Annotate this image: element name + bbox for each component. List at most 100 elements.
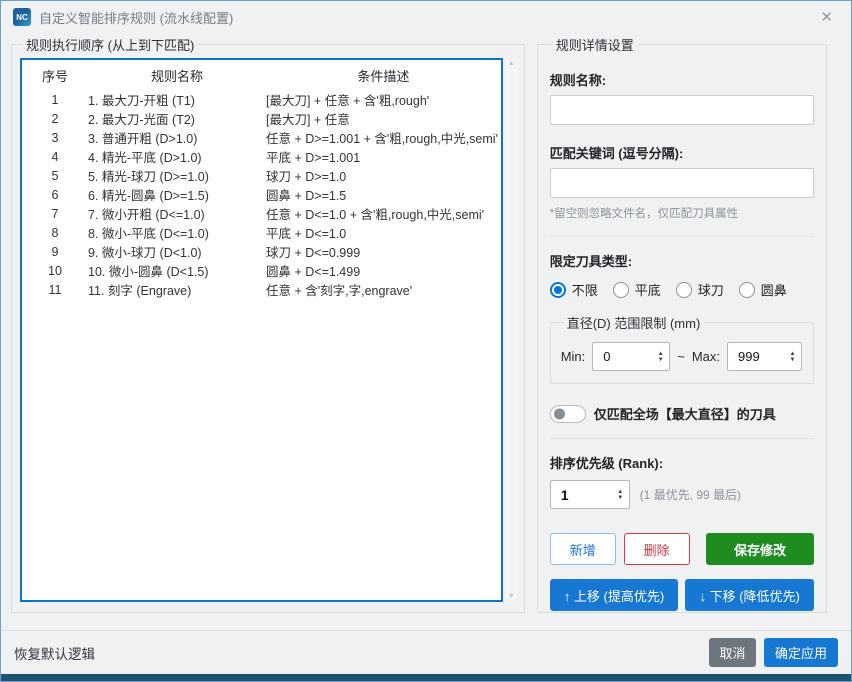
max-diameter-toggle-row: 仅匹配全场【最大直径】的刀具 — [550, 404, 814, 423]
rules-list-scrollbar[interactable]: ▲ ▼ — [505, 58, 518, 602]
title-bar: NC 自定义智能排序规则 (流水线配置) ✕ — [1, 1, 851, 33]
spin-down-icon[interactable]: ▼ — [617, 495, 623, 501]
rule-condition: 圆鼻 + D<=1.499 — [266, 261, 501, 280]
rule-detail-groupbox: 规则详情设置 规则名称: 匹配关键词 (逗号分隔): *留空则忽略文件名，仅匹配… — [537, 35, 827, 613]
table-row[interactable]: 11. 最大刀-开粗 (T1)[最大刀] + 任意 + 含'粗,rough' — [22, 90, 501, 109]
rule-name: 7. 微小开粗 (D<=1.0) — [88, 204, 266, 223]
app-icon: NC — [13, 8, 31, 26]
dialog-window: NC 自定义智能排序规则 (流水线配置) ✕ 规则执行顺序 (从上到下匹配) 序… — [0, 0, 852, 682]
rule-condition: 平底 + D<=1.0 — [266, 223, 501, 242]
rank-label: 排序优先级 (Rank): — [550, 453, 814, 472]
tool-type-label: 限定刀具类型: — [550, 251, 814, 270]
radio-icon[interactable] — [613, 282, 629, 298]
dialog-content: 规则执行顺序 (从上到下匹配) 序号 规则名称 条件描述 11. 最大刀-开粗 … — [1, 33, 851, 613]
table-row[interactable]: 1111. 刻字 (Engrave)任意 + 含'刻字,字,engrave' — [22, 280, 501, 299]
rule-name: 5. 精光-球刀 (D>=1.0) — [88, 166, 266, 185]
tool-type-radio-球刀[interactable]: 球刀 — [676, 280, 724, 299]
keywords-note: *留空则忽略文件名，仅匹配刀具属性 — [550, 205, 814, 221]
rule-condition: 任意 + 含'刻字,字,engrave' — [266, 280, 501, 299]
delete-button[interactable]: 删除 — [624, 533, 690, 565]
rule-no: 5 — [22, 169, 88, 183]
restore-defaults-button[interactable]: 恢复默认逻辑 — [14, 643, 95, 663]
rule-condition: 任意 + D>=1.001 + 含'粗,rough,中光,semi' — [266, 128, 501, 147]
tool-type-radio-圆鼻[interactable]: 圆鼻 — [739, 280, 787, 299]
table-row[interactable]: 77. 微小开粗 (D<=1.0)任意 + D<=1.0 + 含'粗,rough… — [22, 204, 501, 223]
max-label: Max: — [692, 349, 720, 364]
table-row[interactable]: 44. 精光-平底 (D>1.0)平底 + D>=1.001 — [22, 147, 501, 166]
apply-button[interactable]: 确定应用 — [764, 638, 838, 667]
rule-condition: 球刀 + D>=1.0 — [266, 166, 501, 185]
tool-type-radio-不限[interactable]: 不限 — [550, 280, 598, 299]
rules-order-groupbox: 规则执行顺序 (从上到下匹配) 序号 规则名称 条件描述 11. 最大刀-开粗 … — [11, 35, 525, 613]
max-diameter-toggle[interactable] — [550, 405, 586, 423]
rule-no: 10 — [22, 264, 88, 278]
cancel-button[interactable]: 取消 — [709, 638, 756, 667]
table-row[interactable]: 88. 微小-平底 (D<=1.0)平底 + D<=1.0 — [22, 223, 501, 242]
scroll-down-icon[interactable]: ▼ — [508, 593, 515, 600]
spin-down-icon[interactable]: ▼ — [658, 357, 664, 363]
radio-icon[interactable] — [550, 282, 566, 298]
close-icon[interactable]: ✕ — [814, 6, 839, 28]
rule-no: 11 — [22, 283, 88, 297]
keywords-input[interactable] — [550, 168, 814, 198]
rules-order-title: 规则执行顺序 (从上到下匹配) — [22, 35, 198, 54]
tool-type-radio-平底[interactable]: 平底 — [613, 280, 661, 299]
table-row[interactable]: 66. 精光-圆鼻 (D>=1.5)圆鼻 + D>=1.5 — [22, 185, 501, 204]
table-row[interactable]: 33. 普通开粗 (D>1.0)任意 + D>=1.001 + 含'粗,roug… — [22, 128, 501, 147]
rule-no: 2 — [22, 112, 88, 126]
rules-table-body: 11. 最大刀-开粗 (T1)[最大刀] + 任意 + 含'粗,rough'22… — [22, 90, 501, 299]
rules-table-header: 序号 规则名称 条件描述 — [22, 60, 501, 90]
save-button[interactable]: 保存修改 — [706, 533, 814, 565]
add-button[interactable]: 新增 — [550, 533, 616, 565]
rule-name-input[interactable] — [550, 95, 814, 125]
rule-name: 8. 微小-平底 (D<=1.0) — [88, 223, 266, 242]
rule-no: 9 — [22, 245, 88, 259]
rule-name: 2. 最大刀-光面 (T2) — [88, 109, 266, 128]
rank-value[interactable]: 1 — [551, 481, 612, 508]
rule-name: 3. 普通开粗 (D>1.0) — [88, 128, 266, 147]
rule-name: 9. 微小-球刀 (D<1.0) — [88, 242, 266, 261]
move-down-button[interactable]: ↓ 下移 (降低优先) — [685, 579, 814, 611]
rule-condition: 球刀 + D<=0.999 — [266, 242, 501, 261]
radio-label: 平底 — [635, 280, 661, 299]
rule-no: 7 — [22, 207, 88, 221]
rule-no: 8 — [22, 226, 88, 240]
rule-detail-title: 规则详情设置 — [552, 35, 638, 54]
header-condition: 条件描述 — [266, 66, 501, 85]
rule-name: 10. 微小-圆鼻 (D<1.5) — [88, 261, 266, 280]
spin-down-icon[interactable]: ▼ — [790, 357, 796, 363]
rule-condition: 平底 + D>=1.001 — [266, 147, 501, 166]
keywords-label: 匹配关键词 (逗号分隔): — [550, 143, 814, 162]
rank-row: 1 ▲ ▼ (1 最优先, 99 最后) — [550, 480, 814, 509]
radio-icon[interactable] — [739, 282, 755, 298]
table-row[interactable]: 1010. 微小-圆鼻 (D<1.5)圆鼻 + D<=1.499 — [22, 261, 501, 280]
radio-label: 圆鼻 — [761, 280, 787, 299]
rule-name-label: 规则名称: — [550, 70, 814, 89]
move-up-button[interactable]: ↑ 上移 (提高优先) — [550, 579, 679, 611]
rank-hint: (1 最优先, 99 最后) — [640, 486, 741, 503]
header-rule-name: 规则名称 — [88, 66, 266, 85]
diameter-row: Min: 0 ▲ ▼ ~ Max: 999 ▲ ▼ — [561, 342, 803, 371]
scroll-up-icon[interactable]: ▲ — [508, 60, 515, 67]
radio-label: 不限 — [572, 280, 598, 299]
range-tilde: ~ — [677, 349, 685, 364]
min-diameter-value[interactable]: 0 — [593, 343, 652, 370]
rules-listbox[interactable]: 序号 规则名称 条件描述 11. 最大刀-开粗 (T1)[最大刀] + 任意 +… — [20, 58, 503, 602]
min-diameter-spinner[interactable]: 0 ▲ ▼ — [592, 342, 670, 371]
table-row[interactable]: 22. 最大刀-光面 (T2)[最大刀] + 任意 — [22, 109, 501, 128]
max-diameter-value[interactable]: 999 — [728, 343, 784, 370]
rule-condition: [最大刀] + 任意 + 含'粗,rough' — [266, 90, 501, 109]
min-label: Min: — [561, 349, 586, 364]
rule-condition: [最大刀] + 任意 — [266, 109, 501, 128]
max-diameter-spinner[interactable]: 999 ▲ ▼ — [727, 342, 802, 371]
edit-buttons-row: 新增 删除 保存修改 — [550, 533, 814, 565]
rank-spinner[interactable]: 1 ▲ ▼ — [550, 480, 630, 509]
rules-list-wrap: 序号 规则名称 条件描述 11. 最大刀-开粗 (T1)[最大刀] + 任意 +… — [20, 58, 518, 602]
table-row[interactable]: 99. 微小-球刀 (D<1.0)球刀 + D<=0.999 — [22, 242, 501, 261]
tool-type-radios: 不限 平底球刀 圆鼻 — [550, 280, 814, 299]
rule-no: 4 — [22, 150, 88, 164]
rule-no: 6 — [22, 188, 88, 202]
radio-icon[interactable] — [676, 282, 692, 298]
rule-name: 1. 最大刀-开粗 (T1) — [88, 90, 266, 109]
table-row[interactable]: 55. 精光-球刀 (D>=1.0)球刀 + D>=1.0 — [22, 166, 501, 185]
